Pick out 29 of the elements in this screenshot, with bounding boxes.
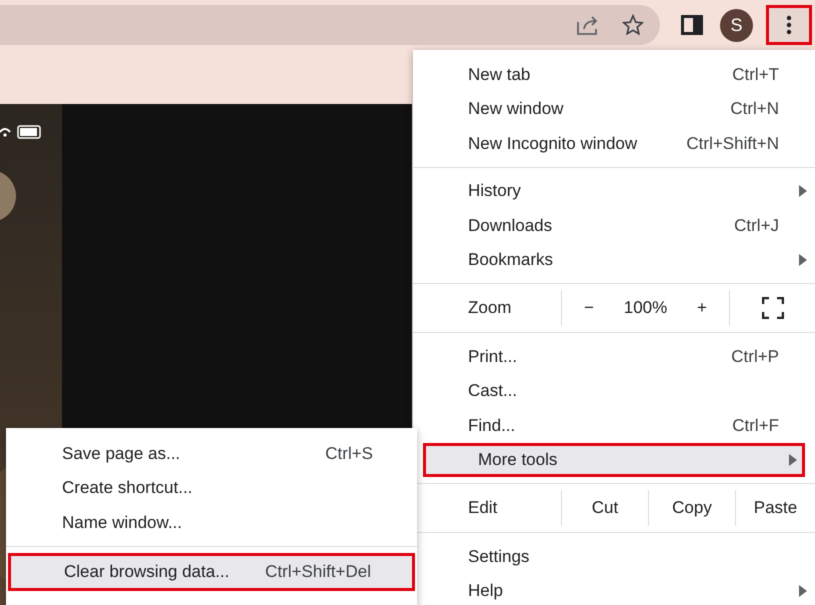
menu-item[interactable]: Cast...	[413, 374, 815, 408]
menu-item[interactable]: History	[413, 174, 815, 208]
menu-button[interactable]	[766, 5, 812, 45]
menu-item[interactable]: Clear browsing data... Ctrl+Shift+Del	[8, 552, 415, 590]
menu-item[interactable]: Downloads Ctrl+J	[413, 208, 815, 242]
share-icon[interactable]	[576, 14, 600, 36]
side-panel-icon[interactable]	[681, 15, 703, 35]
menu-item[interactable]: New window Ctrl+N	[413, 92, 815, 126]
menu-item[interactable]: Help	[413, 574, 815, 605]
menu-item[interactable]: Bookmarks	[413, 242, 815, 277]
fullscreen-icon	[762, 297, 784, 319]
zoom-value: 100%	[622, 297, 668, 320]
menu-item[interactable]: Create shortcut...	[6, 470, 417, 505]
edit-action-button[interactable]: Cut	[561, 490, 648, 526]
menu-item[interactable]: New Incognito window Ctrl+Shift+N	[413, 126, 815, 160]
menu-item[interactable]: New tab Ctrl+T	[413, 57, 815, 92]
menu-item[interactable]: Settings	[413, 539, 815, 574]
profile-avatar[interactable]: S	[720, 8, 753, 42]
edit-action-button[interactable]: Paste	[735, 490, 815, 526]
menu-item[interactable]: Name window...	[6, 505, 417, 540]
star-icon[interactable]	[622, 14, 644, 36]
zoom-label: Zoom	[467, 297, 512, 320]
edit-label: Edit	[467, 497, 498, 520]
zoom-out-button[interactable]: −	[562, 295, 616, 321]
zoom-in-button[interactable]: +	[675, 295, 729, 321]
edit-action-button[interactable]: Copy	[648, 490, 735, 526]
menu-item[interactable]: Print... Ctrl+P	[413, 339, 815, 374]
more-vertical-icon	[786, 15, 792, 35]
menu-item[interactable]: More tools	[423, 442, 805, 477]
